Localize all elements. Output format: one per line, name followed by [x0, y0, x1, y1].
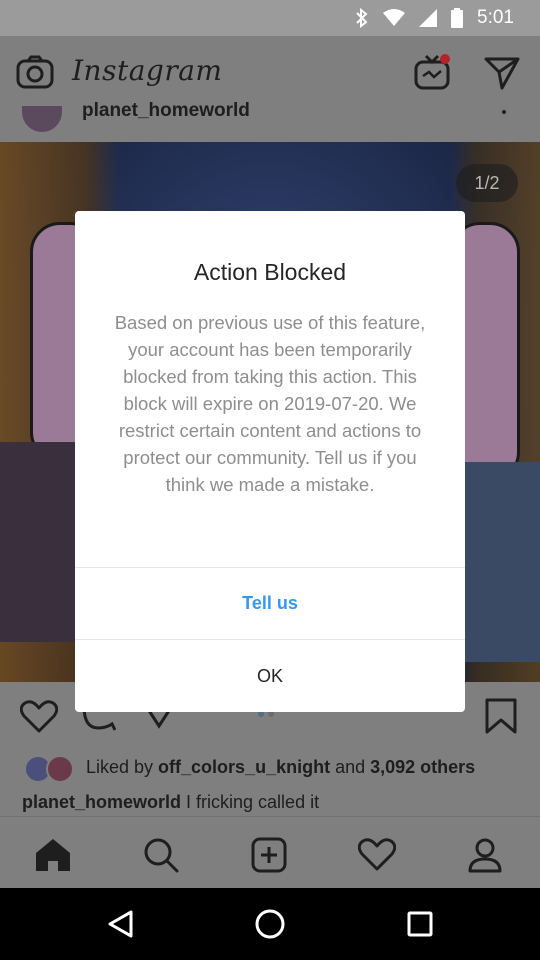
bottom-nav	[0, 816, 540, 888]
home-icon[interactable]	[33, 835, 73, 875]
action-blocked-dialog: Action Blocked Based on previous use of …	[75, 211, 465, 712]
notification-dot	[440, 54, 450, 64]
app-header: Instagram	[0, 36, 540, 108]
post-username[interactable]: planet_homeworld	[82, 100, 250, 122]
system-navigation	[0, 888, 540, 960]
signal-icon	[419, 9, 438, 27]
status-bar: 5:01	[0, 0, 540, 36]
avatar[interactable]	[22, 106, 62, 132]
likes-user[interactable]: off_colors_u_knight	[158, 757, 330, 777]
camera-icon[interactable]	[16, 55, 54, 94]
image-counter: 1/2	[456, 164, 518, 202]
profile-icon[interactable]	[465, 835, 505, 875]
dialog-message: Based on previous use of this feature, y…	[114, 312, 426, 495]
app-brand: Instagram	[72, 54, 223, 87]
likes-and: and	[330, 757, 371, 777]
home-circle-icon[interactable]	[254, 908, 286, 940]
direct-message-icon[interactable]	[484, 56, 520, 95]
battery-icon	[451, 8, 464, 28]
dialog-title: Action Blocked	[193, 259, 347, 285]
likes-row: Liked by off_colors_u_knight and 3,092 o…	[0, 752, 540, 788]
tell-us-button[interactable]: Tell us	[75, 568, 465, 639]
bluetooth-icon	[355, 8, 369, 28]
likes-prefix: Liked by	[86, 757, 159, 777]
post-header: planet_homeworld	[0, 100, 540, 142]
wifi-icon	[383, 9, 406, 27]
liker-avatar	[46, 755, 74, 783]
likes-text[interactable]: Liked by off_colors_u_knight and 3,092 o…	[86, 757, 475, 778]
recents-icon[interactable]	[404, 908, 436, 940]
bookmark-icon[interactable]	[484, 698, 518, 739]
status-time: 5:01	[477, 7, 514, 28]
ok-button[interactable]: OK	[75, 640, 465, 712]
like-heart-icon[interactable]	[19, 700, 59, 739]
activity-icon[interactable]	[357, 835, 397, 875]
back-icon[interactable]	[104, 908, 136, 940]
new-post-icon[interactable]	[249, 835, 289, 875]
caption-username[interactable]: planet_homeworld	[22, 792, 181, 812]
caption-row: planet_homeworld I fricking called it	[0, 788, 540, 816]
likes-others[interactable]: 3,092 others	[370, 757, 475, 777]
more-options-icon[interactable]	[502, 110, 506, 114]
search-icon[interactable]	[141, 835, 181, 875]
caption: planet_homeworld I fricking called it	[22, 792, 319, 813]
caption-text: I fricking called it	[181, 792, 320, 812]
